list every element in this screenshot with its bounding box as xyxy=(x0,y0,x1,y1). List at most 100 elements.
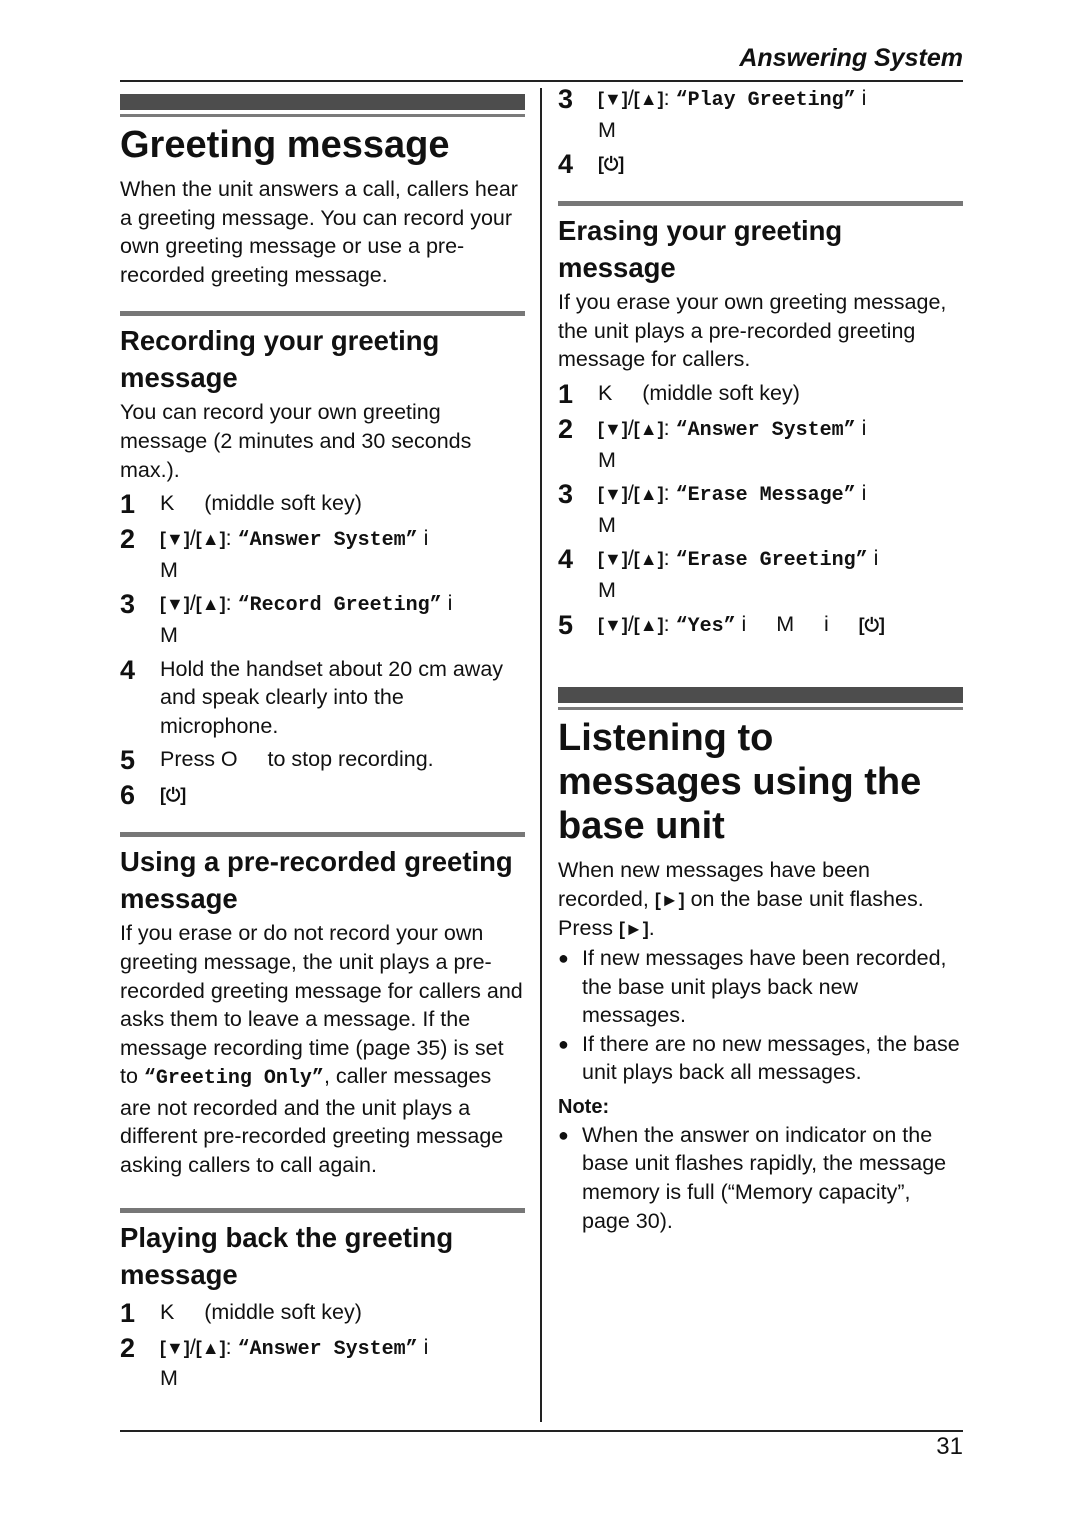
step-number: 6 xyxy=(120,780,136,811)
step-number: 1 xyxy=(120,1297,136,1328)
heading-erasing: Erasing your greeting message xyxy=(558,215,843,284)
body-text: . xyxy=(648,916,655,941)
step-tail: i M i xyxy=(735,611,859,636)
menu-item: “Answer System” xyxy=(675,418,856,442)
step-tail: i xyxy=(417,526,429,551)
section-bar xyxy=(558,201,963,207)
step-number: 4 xyxy=(558,149,574,180)
menu-item: “Answer System” xyxy=(237,529,418,553)
down-key-icon: [▼] xyxy=(160,594,190,615)
separator: : xyxy=(663,86,676,110)
up-key-icon: [▲] xyxy=(195,529,226,550)
footer-divider xyxy=(120,1430,963,1432)
up-key-icon: [▲] xyxy=(195,1337,226,1358)
step-number: 5 xyxy=(558,609,574,640)
step: 1 K (middle soft key) xyxy=(120,489,525,519)
down-key-icon: [▼] xyxy=(598,418,628,439)
off-key-icon: [⏻] xyxy=(160,785,187,806)
down-key-icon: [▼] xyxy=(598,549,628,570)
down-key-icon: [▼] xyxy=(598,484,628,505)
step: 2 [▼]/[▲]: “Answer System” i M xyxy=(120,524,525,584)
step-tail: i xyxy=(867,546,879,571)
step-text: Hold the handset about 20 cm away and sp… xyxy=(160,656,504,738)
step: 3 [▼]/[▲]: “Erase Message” i M xyxy=(558,479,963,539)
separator: : xyxy=(225,591,238,616)
step-number: 4 xyxy=(120,654,136,685)
play-key-icon: [►] xyxy=(618,919,649,940)
up-key-icon: [▲] xyxy=(633,549,664,570)
step-number: 1 xyxy=(558,378,574,409)
up-key-icon: [▲] xyxy=(633,484,664,505)
step-number: 3 xyxy=(120,589,136,620)
step: 5 Press O to stop recording. xyxy=(120,745,525,775)
separator: : xyxy=(663,546,676,571)
menu-item: “Yes” xyxy=(675,614,736,638)
step-number: 2 xyxy=(120,1332,136,1363)
heading-prerecorded: Using a pre-recorded greeting message xyxy=(120,846,513,915)
separator: : xyxy=(225,526,238,551)
off-key-icon: [⏻] xyxy=(858,614,885,635)
title-bar-rule xyxy=(558,707,963,711)
title-bar-rule xyxy=(120,114,525,117)
step-number: 1 xyxy=(120,489,136,520)
section-bar xyxy=(120,1207,525,1213)
bullet-icon: ● xyxy=(558,1124,569,1145)
bullet-text: If there are no new messages, the base u… xyxy=(582,1031,960,1085)
step: 1 K (middle soft key) xyxy=(120,1298,525,1328)
step-number: 5 xyxy=(120,745,136,776)
step-line2: M xyxy=(598,447,616,472)
note-item: ● When the answer on indicator on the ba… xyxy=(558,1121,963,1235)
up-key-icon: [▲] xyxy=(633,89,664,109)
heading-recording: Recording your greeting message xyxy=(120,325,440,394)
step-tail: i xyxy=(441,591,453,616)
header-divider xyxy=(120,80,963,82)
down-key-icon: [▼] xyxy=(160,529,190,550)
step-text: K (middle soft key) xyxy=(598,380,800,405)
down-key-icon: [▼] xyxy=(160,1337,190,1358)
step: 6 [⏻] xyxy=(120,780,525,810)
step-tail: i xyxy=(855,86,867,110)
play-key-icon: [►] xyxy=(654,889,685,910)
step-number: 4 xyxy=(558,544,574,575)
bullet-text: If new messages have been recorded, the … xyxy=(582,945,947,1028)
title-bar xyxy=(120,94,525,110)
step: 4 [▼]/[▲]: “Erase Greeting” i M xyxy=(558,544,963,604)
menu-item: “Play Greeting” xyxy=(675,89,856,112)
page-title: Greeting message xyxy=(120,124,450,166)
note-label: Note: xyxy=(558,1095,610,1118)
down-key-icon: [▼] xyxy=(598,89,628,109)
bullet-icon: ● xyxy=(558,947,569,968)
step: 4 [⏻] xyxy=(558,149,963,179)
separator: : xyxy=(225,1334,238,1359)
step-text: Press O to stop recording. xyxy=(160,747,434,772)
separator: : xyxy=(663,611,676,636)
section-bar xyxy=(120,311,525,317)
step-text: K (middle soft key) xyxy=(160,1299,362,1324)
step: 4 Hold the handset about 20 cm away and … xyxy=(120,655,525,741)
up-key-icon: [▲] xyxy=(633,418,664,439)
intro-paragraph: When the unit answers a call, callers he… xyxy=(120,177,518,287)
section-header-title: Answering System xyxy=(739,44,963,72)
erasing-intro: If you erase your own greeting message, … xyxy=(558,290,947,372)
menu-item: “Erase Message” xyxy=(675,484,856,508)
step-line2: M xyxy=(160,557,178,582)
down-key-icon: [▼] xyxy=(598,614,628,635)
title-bar xyxy=(558,687,963,704)
page-number: 31 xyxy=(936,1433,963,1460)
step-tail: i xyxy=(417,1334,429,1359)
step-text: K (middle soft key) xyxy=(160,491,362,516)
separator: : xyxy=(663,481,676,506)
step-number: 2 xyxy=(120,524,136,555)
column-divider xyxy=(540,88,542,1422)
step-line2: M xyxy=(160,622,178,647)
step-line2: M xyxy=(598,117,616,142)
listening-title: Listening to messages using the base uni… xyxy=(558,717,922,848)
list-item: ● If new messages have been recorded, th… xyxy=(558,944,963,1030)
up-key-icon: [▲] xyxy=(195,594,226,615)
prerecorded-body: If you erase or do not record your own g… xyxy=(120,919,525,1179)
step-line2: M xyxy=(598,577,616,602)
menu-item: “Answer System” xyxy=(237,1337,418,1361)
up-key-icon: [▲] xyxy=(633,614,664,635)
step-line2: M xyxy=(160,1366,178,1391)
step: 1 K (middle soft key) xyxy=(558,379,963,409)
